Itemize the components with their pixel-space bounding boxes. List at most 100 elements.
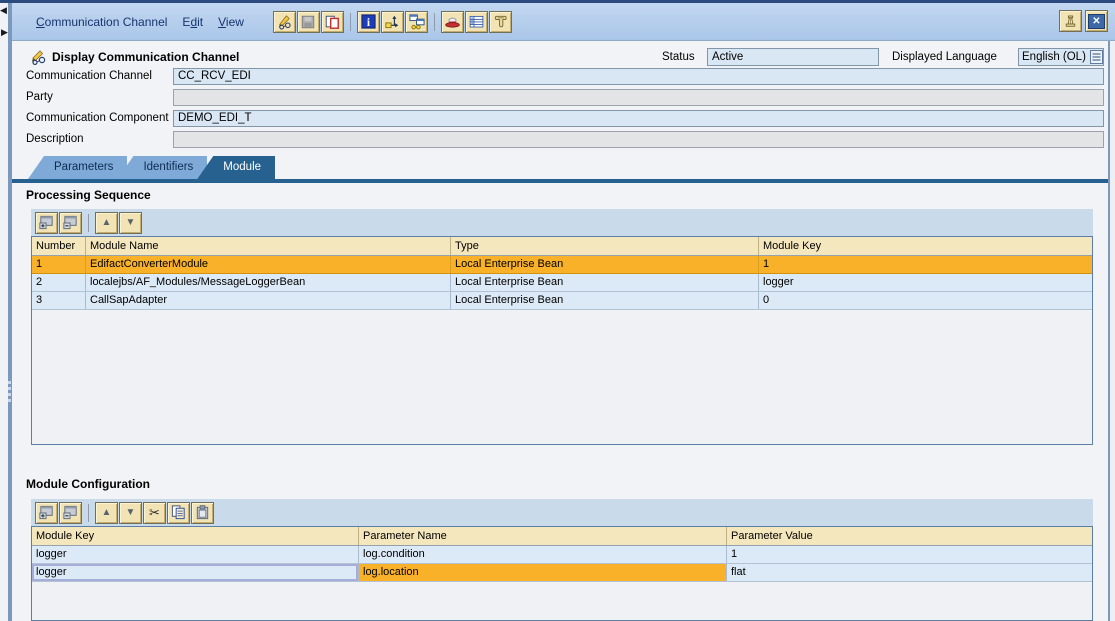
- page-title: Display Communication Channel: [52, 50, 239, 64]
- arrow-down-icon: ▼: [126, 508, 136, 518]
- cell-number[interactable]: 1: [32, 256, 86, 273]
- party-field: [173, 89, 1104, 106]
- column-header-module-name[interactable]: Module Name: [86, 237, 451, 255]
- copy-rows-button[interactable]: [167, 502, 190, 524]
- log-button[interactable]: [489, 11, 512, 33]
- info-button[interactable]: i: [357, 11, 380, 33]
- move-down-button[interactable]: ▼: [119, 212, 142, 234]
- cell-parameter-value[interactable]: flat: [727, 564, 1092, 581]
- table-row[interactable]: 1 EdifactConverterModule Local Enterpris…: [32, 256, 1092, 274]
- cell-parameter-name[interactable]: log.condition: [359, 546, 727, 563]
- cut-button[interactable]: ✂: [143, 502, 166, 524]
- arrow-up-icon: ▲: [102, 218, 112, 228]
- module-configuration-title: Module Configuration: [26, 477, 150, 491]
- pencil-icon: [276, 13, 293, 30]
- where-used-button[interactable]: [381, 11, 404, 33]
- cell-type[interactable]: Local Enterprise Bean: [451, 256, 759, 273]
- cell-type[interactable]: Local Enterprise Bean: [451, 292, 759, 309]
- arrow-up-icon: ▲: [102, 508, 112, 518]
- tab-strip: Parameters Identifiers Module: [28, 156, 275, 179]
- svg-text:i: i: [367, 17, 370, 29]
- delete-row-button[interactable]: [59, 212, 82, 234]
- table-row[interactable]: 3 CallSapAdapter Local Enterprise Bean 0: [32, 292, 1092, 310]
- paste-button[interactable]: [191, 502, 214, 524]
- insert-row-icon: [38, 504, 55, 521]
- arrow-down-icon: ▼: [126, 218, 136, 228]
- table-row[interactable]: logger log.condition 1: [32, 546, 1092, 564]
- insert-row-button[interactable]: [35, 502, 58, 524]
- displayed-language-label: Displayed Language: [892, 51, 997, 63]
- administration-button[interactable]: [441, 11, 464, 33]
- copy-object-button[interactable]: [321, 11, 344, 33]
- cut-scissors-icon: ✂: [149, 508, 160, 518]
- cell-module-name[interactable]: EdifactConverterModule: [86, 256, 451, 273]
- table-header-row: Module Key Parameter Name Parameter Valu…: [32, 527, 1092, 546]
- menu-view[interactable]: View: [218, 15, 244, 29]
- display-mode-icon: [30, 49, 52, 65]
- menubar-right-group: ✕: [1059, 10, 1109, 32]
- status-field[interactable]: Active: [707, 48, 879, 66]
- column-header-parameter-value[interactable]: Parameter Value: [727, 527, 1092, 545]
- table-view-button[interactable]: [465, 11, 488, 33]
- module-configuration-table: ▲ ▼ ✂: [31, 499, 1093, 621]
- column-header-number[interactable]: Number: [32, 237, 86, 255]
- column-header-module-key[interactable]: Module Key: [32, 527, 359, 545]
- communication-component-field[interactable]: DEMO_EDI_T: [173, 110, 1104, 127]
- cell-parameter-value[interactable]: 1: [727, 546, 1092, 563]
- move-down-button[interactable]: ▼: [119, 502, 142, 524]
- collapse-panel-icon[interactable]: ◀: [0, 5, 7, 15]
- info-icon: i: [360, 13, 377, 30]
- cell-module-key[interactable]: 0: [759, 292, 1092, 309]
- hat-icon: [444, 13, 461, 30]
- cell-parameter-name[interactable]: log.location: [359, 564, 727, 581]
- move-up-button[interactable]: ▲: [95, 212, 118, 234]
- save-floppy-icon: [300, 14, 316, 30]
- close-button[interactable]: ✕: [1085, 10, 1108, 32]
- active-tab-bar: [12, 179, 1108, 183]
- column-header-parameter-name[interactable]: Parameter Name: [359, 527, 727, 545]
- table-row[interactable]: logger log.location flat: [32, 564, 1092, 582]
- move-up-button[interactable]: ▲: [95, 502, 118, 524]
- cell-module-key[interactable]: logger: [32, 564, 359, 581]
- column-header-type[interactable]: Type: [451, 237, 759, 255]
- cell-module-name[interactable]: CallSapAdapter: [86, 292, 451, 309]
- scroll-icon: [492, 13, 509, 30]
- where-used-arrows-icon: [384, 13, 401, 30]
- object-lamp-button[interactable]: [1059, 10, 1082, 32]
- cell-type[interactable]: Local Enterprise Bean: [451, 274, 759, 291]
- cell-number[interactable]: 3: [32, 292, 86, 309]
- delete-row-button[interactable]: [59, 502, 82, 524]
- processing-sequence-table: ▲ ▼ Number Module Name Type Module Key 1…: [31, 209, 1093, 445]
- toolbar-separator: [350, 13, 351, 31]
- insert-row-button[interactable]: [35, 212, 58, 234]
- delete-row-icon: [62, 504, 79, 521]
- tab-module[interactable]: Module: [197, 156, 275, 179]
- cell-number[interactable]: 2: [32, 274, 86, 291]
- content-area: Display Communication Channel Status Act…: [12, 41, 1110, 621]
- module-configuration-toolbar: ▲ ▼ ✂: [31, 499, 1093, 526]
- tab-identifiers[interactable]: Identifiers: [117, 156, 207, 179]
- processing-sequence-title: Processing Sequence: [26, 188, 151, 202]
- dropdown-list-icon[interactable]: [1090, 50, 1103, 64]
- cell-module-key[interactable]: logger: [759, 274, 1092, 291]
- cell-module-key[interactable]: logger: [32, 546, 359, 563]
- display-related-button[interactable]: [405, 11, 428, 33]
- display-change-button[interactable]: [273, 11, 296, 33]
- copy-icon: [324, 14, 340, 30]
- table-row[interactable]: 2 localejbs/AF_Modules/MessageLoggerBean…: [32, 274, 1092, 292]
- cell-module-name[interactable]: localejbs/AF_Modules/MessageLoggerBean: [86, 274, 451, 291]
- communication-channel-field[interactable]: CC_RCV_EDI: [173, 68, 1104, 85]
- tab-parameters[interactable]: Parameters: [28, 156, 127, 179]
- sap-channel-window: ◀ ▶ Communication Channel Edit View: [0, 0, 1115, 621]
- processing-sequence-toolbar: ▲ ▼: [31, 209, 1093, 236]
- paste-clipboard-icon: [194, 504, 211, 521]
- cell-module-key[interactable]: 1: [759, 256, 1092, 273]
- menu-edit[interactable]: Edit: [182, 15, 203, 29]
- column-header-module-key[interactable]: Module Key: [759, 237, 1092, 255]
- save-button[interactable]: [297, 11, 320, 33]
- expand-panel-icon[interactable]: ▶: [1, 27, 8, 37]
- displayed-language-select[interactable]: English (OL): [1018, 48, 1104, 66]
- close-icon: ✕: [1088, 14, 1105, 29]
- delete-row-icon: [62, 214, 79, 231]
- menu-communication-channel[interactable]: Communication Channel: [36, 15, 167, 29]
